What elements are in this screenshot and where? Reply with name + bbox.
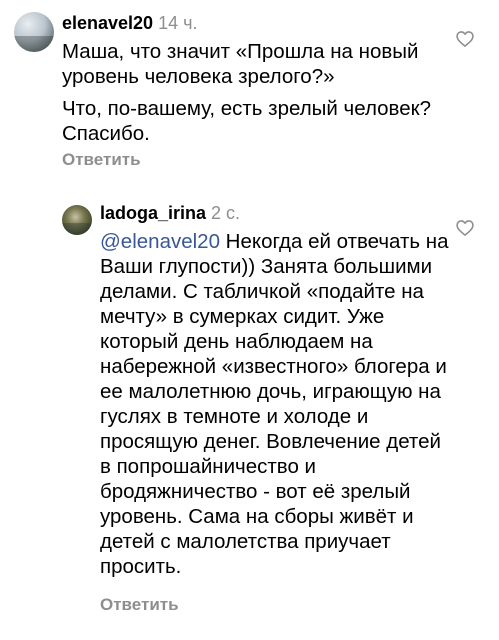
reply-comment: ladoga_irina 2 с. @elenavel20 Некогда ей … <box>0 195 499 635</box>
reply-button[interactable]: Ответить <box>62 150 141 170</box>
timestamp: 2 с. <box>211 203 241 223</box>
mention-link[interactable]: @elenavel20 <box>100 230 220 253</box>
comment-text: Маша, что значит «Прошла на новый уровен… <box>62 39 452 146</box>
avatar[interactable] <box>14 12 54 52</box>
comment-text: @elenavel20 Некогда ей отвечать на Ваши … <box>100 229 450 579</box>
comment-paragraph: Маша, что значит «Прошла на новый уровен… <box>62 40 419 88</box>
comment-paragraph: Что, по-вашему, есть зрелый человек? Спа… <box>62 97 431 145</box>
comment-header: elenavel20 14 ч. <box>62 13 197 34</box>
comment-header: ladoga_irina 2 с. <box>100 203 240 224</box>
heart-outline-icon[interactable] <box>455 29 475 49</box>
username[interactable]: ladoga_irina <box>100 203 206 223</box>
username[interactable]: elenavel20 <box>62 13 153 33</box>
comment-body: Некогда ей отвечать на Ваши глупости)) З… <box>100 230 449 578</box>
timestamp: 14 ч. <box>158 13 198 33</box>
comment: elenavel20 14 ч. Маша, что значит «Прошла… <box>0 0 499 180</box>
reply-button[interactable]: Ответить <box>100 595 179 615</box>
avatar[interactable] <box>62 205 92 235</box>
heart-outline-icon[interactable] <box>455 218 475 238</box>
